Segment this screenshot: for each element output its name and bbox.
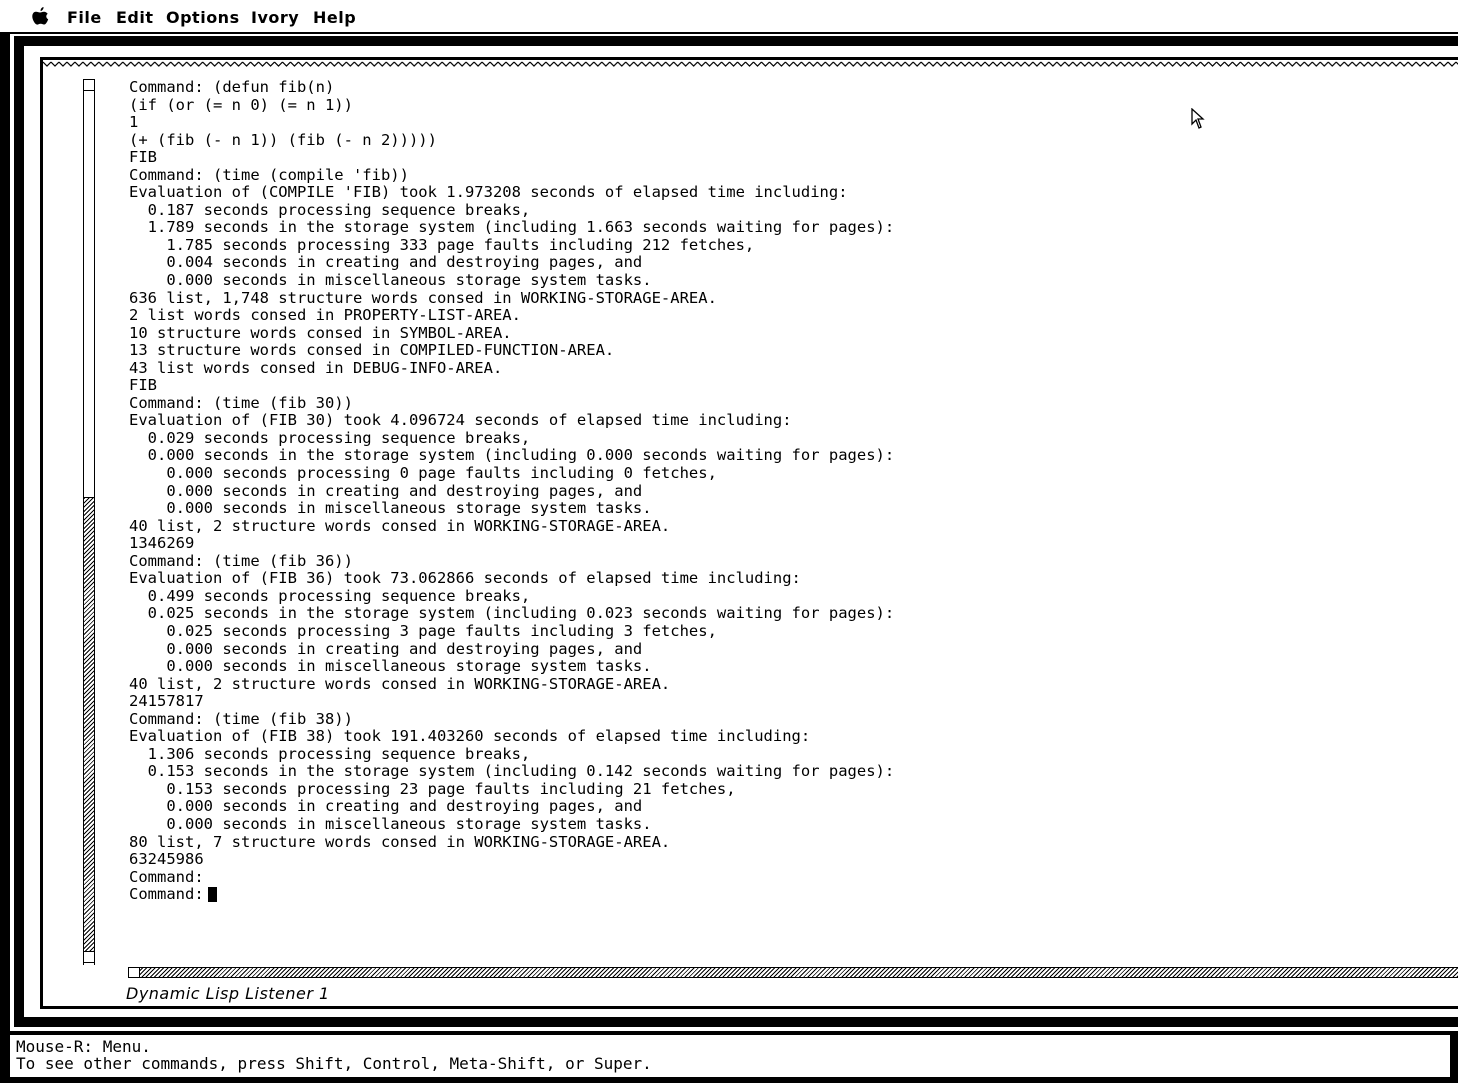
listener-line: 43 list words consed in DEBUG-INFO-AREA. bbox=[129, 358, 503, 377]
listener-line: 13 structure words consed in COMPILED-FU… bbox=[129, 341, 615, 360]
apple-logo-icon[interactable] bbox=[30, 6, 50, 28]
listener-line: Command: (time (compile 'fib)) bbox=[129, 165, 409, 184]
scroll-bottom-box[interactable] bbox=[83, 951, 95, 963]
listener-line: 40 list, 2 structure words consed in WOR… bbox=[129, 516, 671, 535]
listener-line: 2 list words consed in PROPERTY-LIST-ARE… bbox=[129, 306, 521, 325]
listener-line: 0.187 seconds processing sequence breaks… bbox=[129, 200, 531, 219]
lisp-listener-pane[interactable]: Command: (defun fib(n) (if (or (= n 0) (=… bbox=[40, 57, 1458, 1009]
pane-top-wavy-border bbox=[43, 60, 1458, 70]
genera-screen: Command: (defun fib(n) (if (or (= n 0) (=… bbox=[10, 34, 1458, 1031]
listener-line: 63245986 bbox=[129, 850, 204, 869]
scroll-top-box[interactable] bbox=[83, 79, 95, 91]
listener-line: 0.029 seconds processing sequence breaks… bbox=[129, 428, 531, 447]
listener-line: 10 structure words consed in SYMBOL-AREA… bbox=[129, 323, 512, 342]
listener-line: Command: (time (fib 38)) bbox=[129, 709, 353, 728]
menu-bar: File Edit Options Ivory Help bbox=[0, 0, 1458, 34]
listener-line: 0.000 seconds in the storage system (inc… bbox=[129, 446, 895, 465]
listener-line: Command: bbox=[129, 867, 204, 886]
listener-line: 0.000 seconds in miscellaneous storage s… bbox=[129, 271, 652, 290]
listener-line: 0.000 seconds in miscellaneous storage s… bbox=[129, 814, 652, 833]
listener-line: 0.499 seconds processing sequence breaks… bbox=[129, 586, 531, 605]
listener-line: 0.025 seconds processing 3 page faults i… bbox=[129, 621, 717, 640]
listener-line: 1.789 seconds in the storage system (inc… bbox=[129, 218, 895, 237]
listener-line: Evaluation of (FIB 30) took 4.096724 sec… bbox=[129, 411, 792, 430]
pane-label: Dynamic Lisp Listener 1 bbox=[126, 984, 330, 1003]
command-prompt: Command: bbox=[129, 885, 204, 904]
listener-line: (if (or (= n 0) (= n 1)) bbox=[129, 95, 353, 114]
horizontal-scroll-bar[interactable] bbox=[128, 967, 1458, 978]
listener-line: Evaluation of (FIB 38) took 191.403260 s… bbox=[129, 727, 811, 746]
listener-line: 0.000 seconds in creating and destroying… bbox=[129, 797, 643, 816]
listener-line: 0.000 seconds in miscellaneous storage s… bbox=[129, 657, 652, 676]
listener-output[interactable]: Command: (defun fib(n) (if (or (= n 0) (=… bbox=[129, 78, 1449, 904]
listener-line: 0.004 seconds in creating and destroying… bbox=[129, 253, 643, 272]
listener-line: (+ (fib (- n 1)) (fib (- n 2))))) bbox=[129, 130, 437, 149]
mouse-documentation-line: Mouse-R: Menu. To see other commands, pre… bbox=[10, 1031, 1450, 1077]
text-cursor bbox=[207, 887, 217, 903]
listener-line: 636 list, 1,748 structure words consed i… bbox=[129, 288, 717, 307]
listener-line: 1.306 seconds processing sequence breaks… bbox=[129, 744, 531, 763]
listener-line: Evaluation of (FIB 36) took 73.062866 se… bbox=[129, 569, 801, 588]
listener-line: 0.000 seconds in miscellaneous storage s… bbox=[129, 499, 652, 518]
menu-options[interactable]: Options bbox=[166, 8, 240, 27]
mouse-pointer-icon bbox=[1191, 108, 1205, 129]
scroll-thumb[interactable] bbox=[84, 497, 94, 952]
listener-line: 0.025 seconds in the storage system (inc… bbox=[129, 604, 895, 623]
listener-line: Evaluation of (COMPILE 'FIB) took 1.9732… bbox=[129, 183, 848, 202]
vertical-scroll-bar[interactable] bbox=[83, 79, 95, 965]
listener-line: Command: (time (fib 30)) bbox=[129, 393, 353, 412]
listener-line: 0.153 seconds in the storage system (inc… bbox=[129, 762, 895, 781]
listener-line: 40 list, 2 structure words consed in WOR… bbox=[129, 674, 671, 693]
command-prompt-line[interactable]: Command: bbox=[129, 885, 1449, 904]
menu-file[interactable]: File bbox=[67, 8, 102, 27]
menu-ivory[interactable]: Ivory bbox=[251, 8, 299, 27]
menu-help[interactable]: Help bbox=[313, 8, 356, 27]
mouse-doc-line-2: To see other commands, press Shift, Cont… bbox=[16, 1054, 652, 1073]
listener-line: 80 list, 7 structure words consed in WOR… bbox=[129, 832, 671, 851]
menu-edit[interactable]: Edit bbox=[116, 8, 154, 27]
listener-line: FIB bbox=[129, 376, 157, 395]
listener-line: 0.000 seconds processing 0 page faults i… bbox=[129, 464, 717, 483]
listener-line: 0.000 seconds in creating and destroying… bbox=[129, 481, 643, 500]
mouse-doc-line-1: Mouse-R: Menu. bbox=[16, 1037, 151, 1056]
listener-line: 1346269 bbox=[129, 534, 195, 553]
listener-line: FIB bbox=[129, 148, 157, 167]
listener-line: 0.153 seconds processing 23 page faults … bbox=[129, 779, 736, 798]
listener-line: 24157817 bbox=[129, 692, 204, 711]
listener-line: Command: (defun fib(n) bbox=[129, 78, 335, 96]
listener-line: Command: (time (fib 36)) bbox=[129, 551, 353, 570]
listener-line: 1 bbox=[129, 113, 139, 132]
hscroll-left-box[interactable] bbox=[128, 967, 140, 978]
listener-line: 1.785 seconds processing 333 page faults… bbox=[129, 235, 755, 254]
listener-line: 0.000 seconds in creating and destroying… bbox=[129, 639, 643, 658]
